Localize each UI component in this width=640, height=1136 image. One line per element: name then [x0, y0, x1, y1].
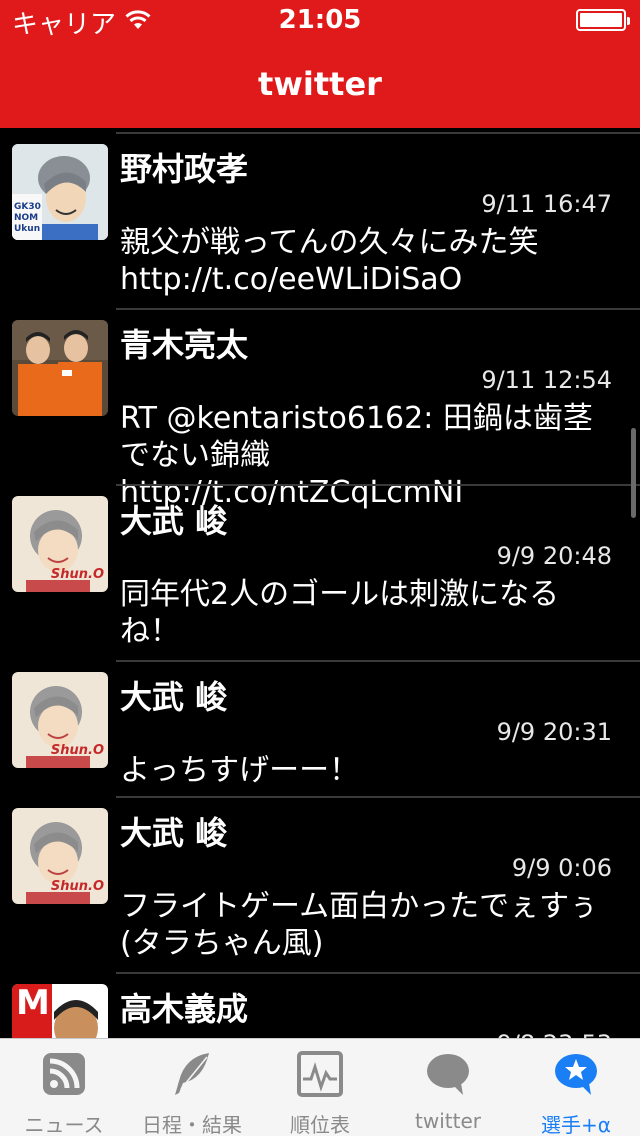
tweet-date: 9/11 12:54 [481, 366, 612, 394]
avatar[interactable]: Shun.O [12, 808, 108, 904]
tweet-date: 9/9 0:06 [511, 854, 612, 882]
tweet-text: 同年代2人のゴールは刺激になるね！ [120, 577, 560, 649]
tweet-date: 9/8 23:53 [497, 1030, 612, 1038]
chart-icon [295, 1049, 345, 1099]
tweet-row[interactable]: Shun.O 大武 峻 9/9 20:31 よっちすげーー！ [0, 662, 640, 798]
tab-twitter[interactable]: twitter [384, 1039, 512, 1136]
avatar-label: Shun.O [50, 743, 104, 758]
avatar-label: M [16, 984, 50, 1023]
tweet-author: 大武 峻 [120, 678, 228, 716]
navigation-bar: twitter [0, 40, 640, 128]
tweet-author: 大武 峻 [120, 814, 228, 852]
tab-players[interactable]: 選手+α [512, 1039, 640, 1136]
tweet-list[interactable]: GK30 NOMUkun 野村政孝 9/11 16:47 親父が戦ってんの久々に… [0, 128, 640, 1038]
star-bubble-icon [551, 1049, 601, 1099]
avatar-label: GK30 NOMUkun [14, 202, 41, 234]
tab-standings[interactable]: 順位表 [256, 1039, 384, 1136]
rss-icon [39, 1049, 89, 1099]
tweet-row[interactable]: Shun.O 大武 峻 9/9 0:06 フライトゲーム面白かったでぇすぅ(タラ… [0, 798, 640, 974]
tab-label: twitter [415, 1109, 481, 1133]
feather-icon [167, 1049, 217, 1099]
tab-bar: ニュース 日程・結果 順位表 twitter 選手+α [0, 1038, 640, 1136]
tweet-author: 高木義成 [120, 990, 249, 1028]
tweet-date: 9/9 20:48 [496, 542, 612, 570]
tweet-row[interactable]: M 高木義成 9/8 23:53 [0, 974, 640, 1038]
tweet-text: フライトゲーム面白かったでぇすぅ(タラちゃん風) [120, 889, 599, 961]
avatar[interactable]: Shun.O [12, 496, 108, 592]
tweet-text: よっちすげーー！ [120, 753, 360, 788]
tab-label: ニュース [24, 1113, 104, 1136]
tab-label: 順位表 [290, 1113, 350, 1136]
tab-label: 選手+α [541, 1113, 611, 1136]
speech-bubble-icon [423, 1049, 473, 1099]
tab-schedule[interactable]: 日程・結果 [128, 1039, 256, 1136]
tweet-text: 親父が戦ってんの久々にみた笑 http://t.co/eeWLiDiSaO [120, 225, 539, 297]
tweet-date: 9/11 16:47 [481, 190, 612, 218]
scrollbar[interactable] [631, 428, 636, 518]
tab-news[interactable]: ニュース [0, 1039, 128, 1136]
tab-label: 日程・結果 [142, 1113, 242, 1136]
tweet-row[interactable]: GK30 NOMUkun 野村政孝 9/11 16:47 親父が戦ってんの久々に… [0, 134, 640, 310]
avatar[interactable]: GK30 NOMUkun [12, 144, 108, 240]
tweet-date: 9/9 20:31 [496, 718, 612, 746]
page-title: twitter [258, 65, 382, 103]
tweet-row[interactable]: Shun.O 大武 峻 9/9 20:48 同年代2人のゴールは刺激になるね！ [0, 486, 640, 662]
avatar[interactable] [12, 320, 108, 416]
battery-icon [576, 9, 630, 31]
avatar[interactable]: M [12, 984, 108, 1038]
tweet-author: 野村政孝 [120, 150, 249, 188]
avatar[interactable]: Shun.O [12, 672, 108, 768]
tweet-author: 大武 峻 [120, 502, 228, 540]
status-bar: キャリア 21:05 [0, 0, 640, 40]
tweet-author: 青木亮太 [120, 326, 249, 364]
tweet-row[interactable]: 青木亮太 9/11 12:54 RT @kentaristo6162: 田鍋は歯… [0, 310, 640, 510]
status-time: 21:05 [278, 5, 362, 35]
avatar-label: Shun.O [50, 567, 104, 582]
avatar-label: Shun.O [50, 879, 104, 894]
